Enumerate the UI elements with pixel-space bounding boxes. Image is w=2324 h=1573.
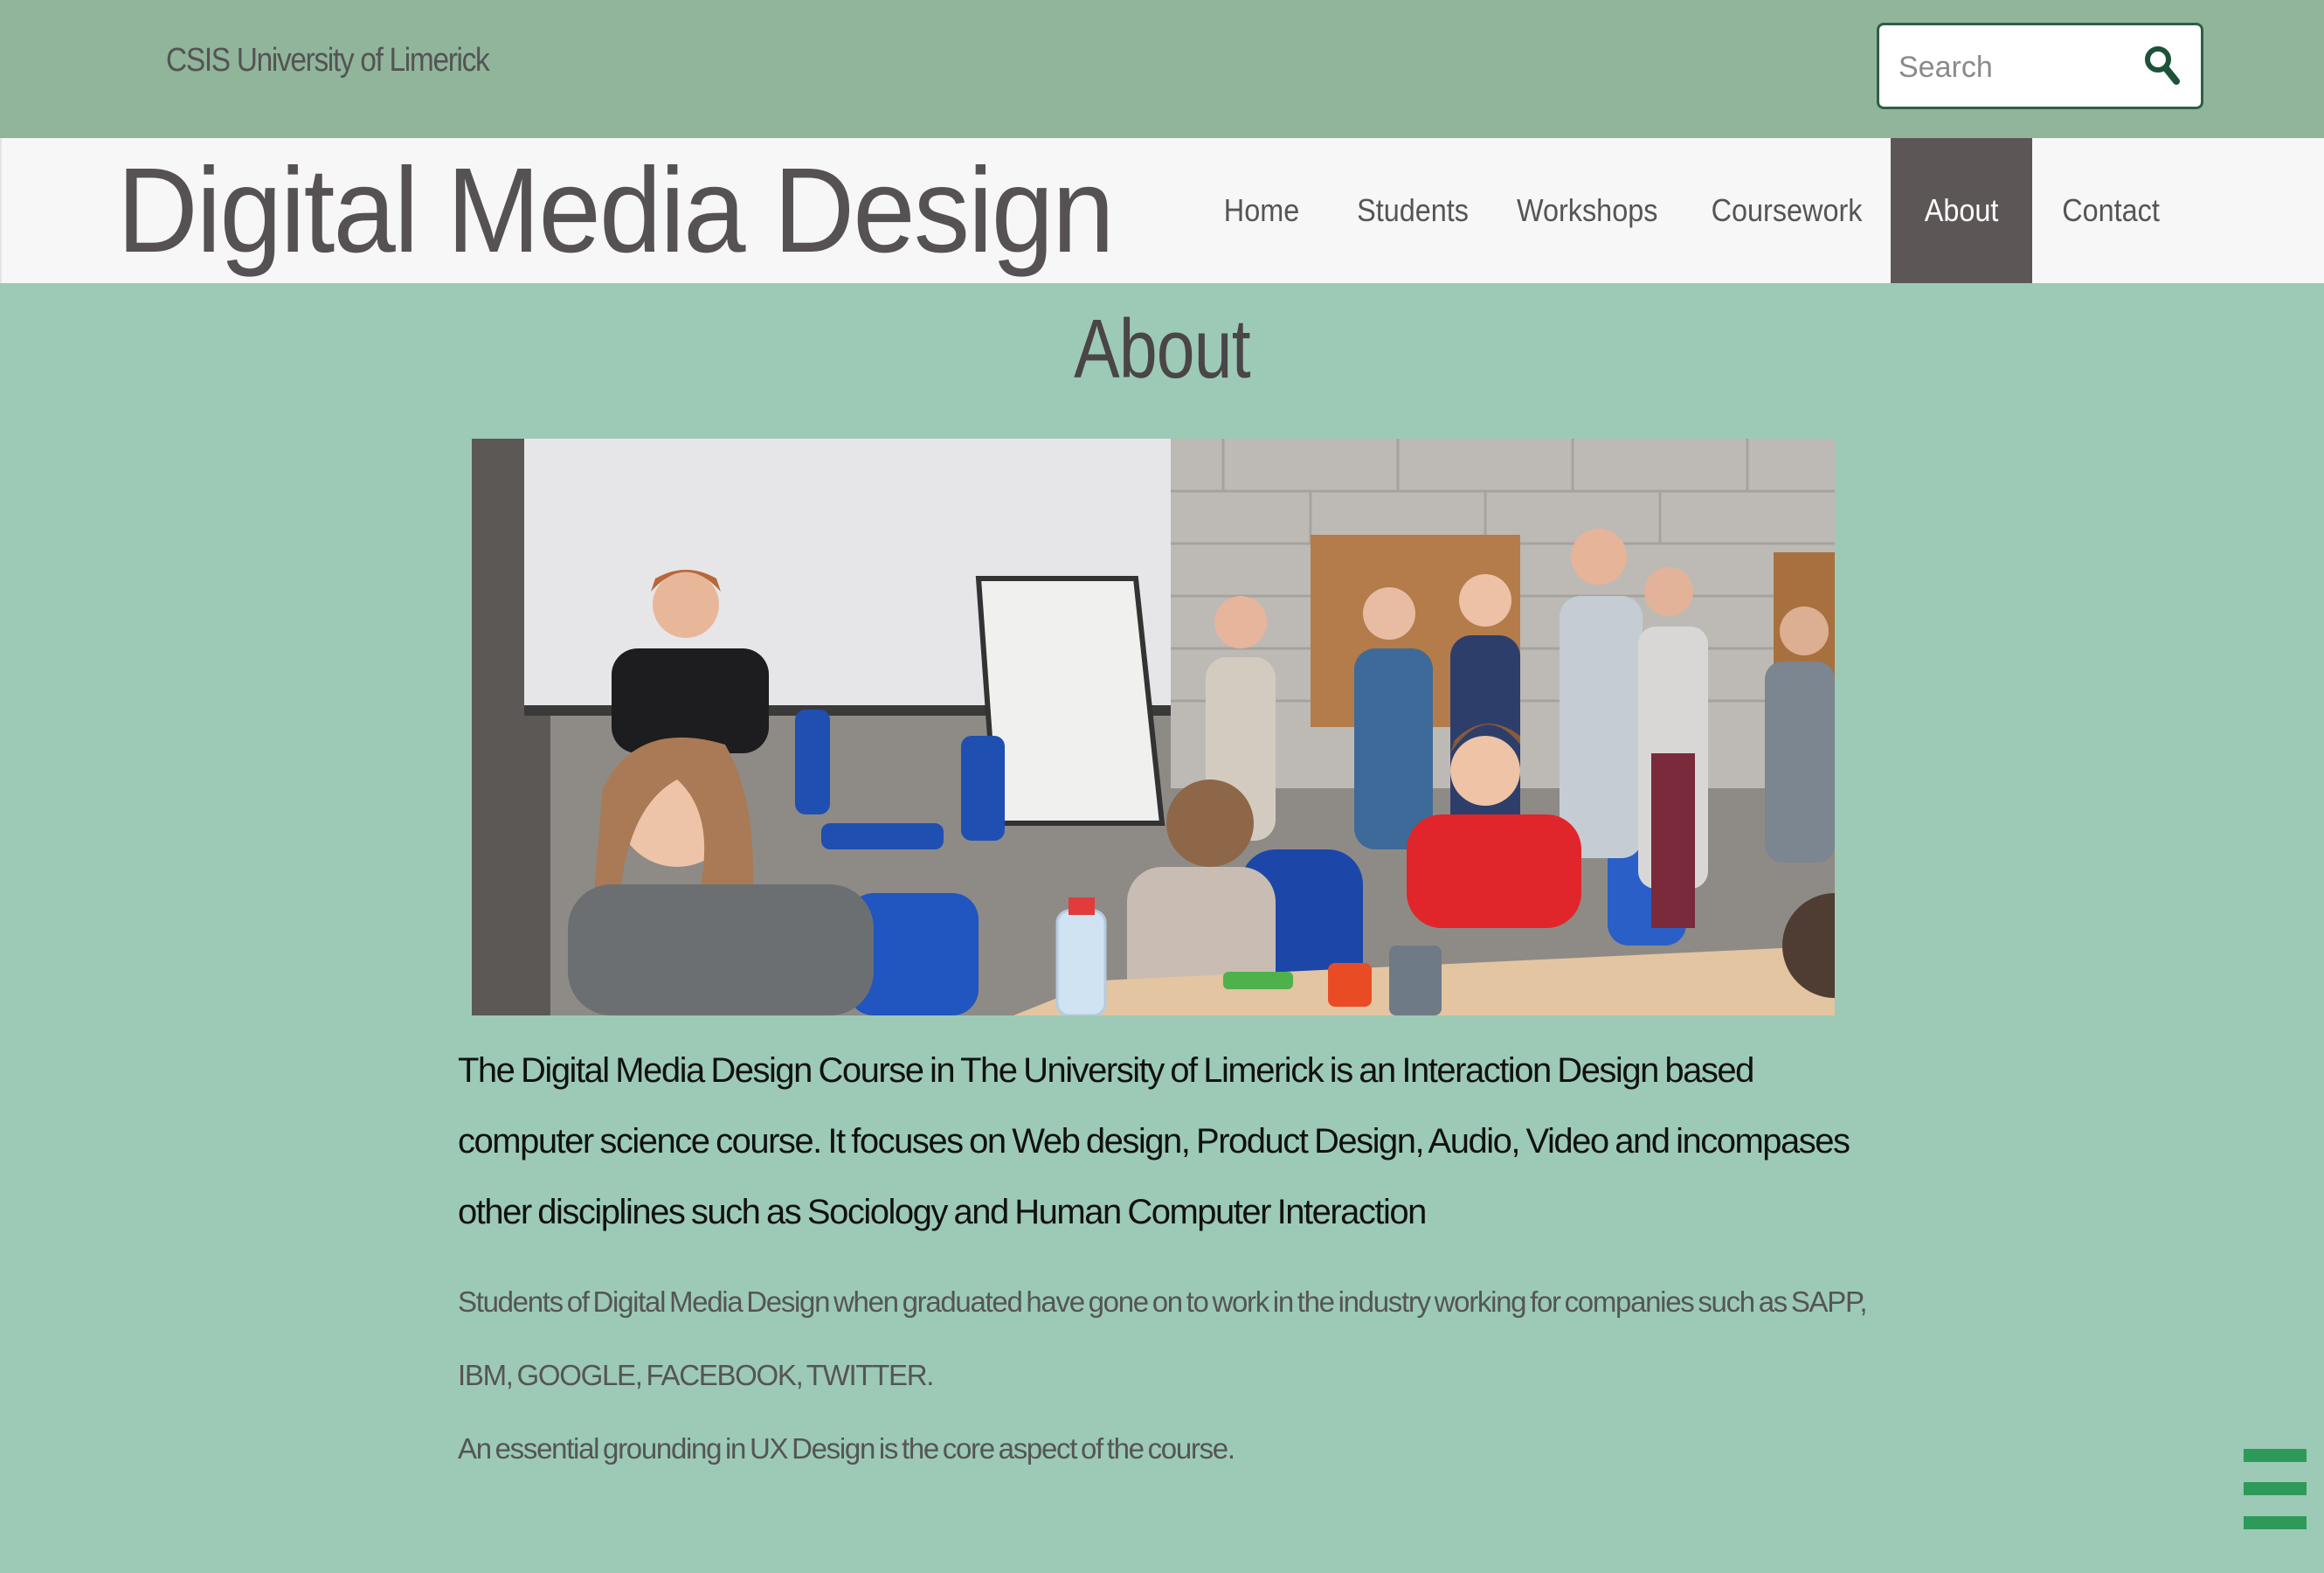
nav-about[interactable]: About [1891,138,2032,283]
nav-label: Workshops [1517,192,1658,228]
search-box[interactable] [1877,23,2203,109]
page-heading: About [0,301,2324,398]
nav-contact[interactable]: Contact [2032,138,2190,283]
nav-label: Students [1357,192,1469,228]
nav-label: About [1924,192,1999,228]
ux-grounding-paragraph: An essential grounding in UX Design is t… [458,1432,1235,1465]
nav-label: Contact [2062,192,2161,228]
nav-students[interactable]: Students [1334,138,1491,283]
page-heading-text: About [1074,302,1250,396]
top-bar: CSIS University of Limerick [0,0,2324,138]
search-icon [2145,46,2180,85]
nav-label: Coursework [1712,192,1863,228]
nav-coursework[interactable]: Coursework [1684,138,1891,283]
search-input[interactable] [1899,45,2126,90]
nav-home[interactable]: Home [1190,138,1334,283]
hamburger-menu-icon[interactable] [2244,1449,2307,1529]
nav-label: Home [1224,192,1300,228]
site-title[interactable]: Digital Media Design [117,145,1115,276]
course-intro-text: The Digital Media Design Course in The U… [458,1051,1850,1231]
site-header: Digital Media Design Home Students Works… [0,138,2324,283]
organization-name: CSIS University of Limerick [166,42,490,79]
search-button[interactable] [2138,41,2187,90]
main-navigation: Home Students Workshops Coursework About… [1190,138,2190,283]
classroom-photo [472,439,1835,1015]
graduates-paragraph: Students of Digital Media Design when gr… [458,1285,1868,1391]
nav-workshops[interactable]: Workshops [1491,138,1684,283]
